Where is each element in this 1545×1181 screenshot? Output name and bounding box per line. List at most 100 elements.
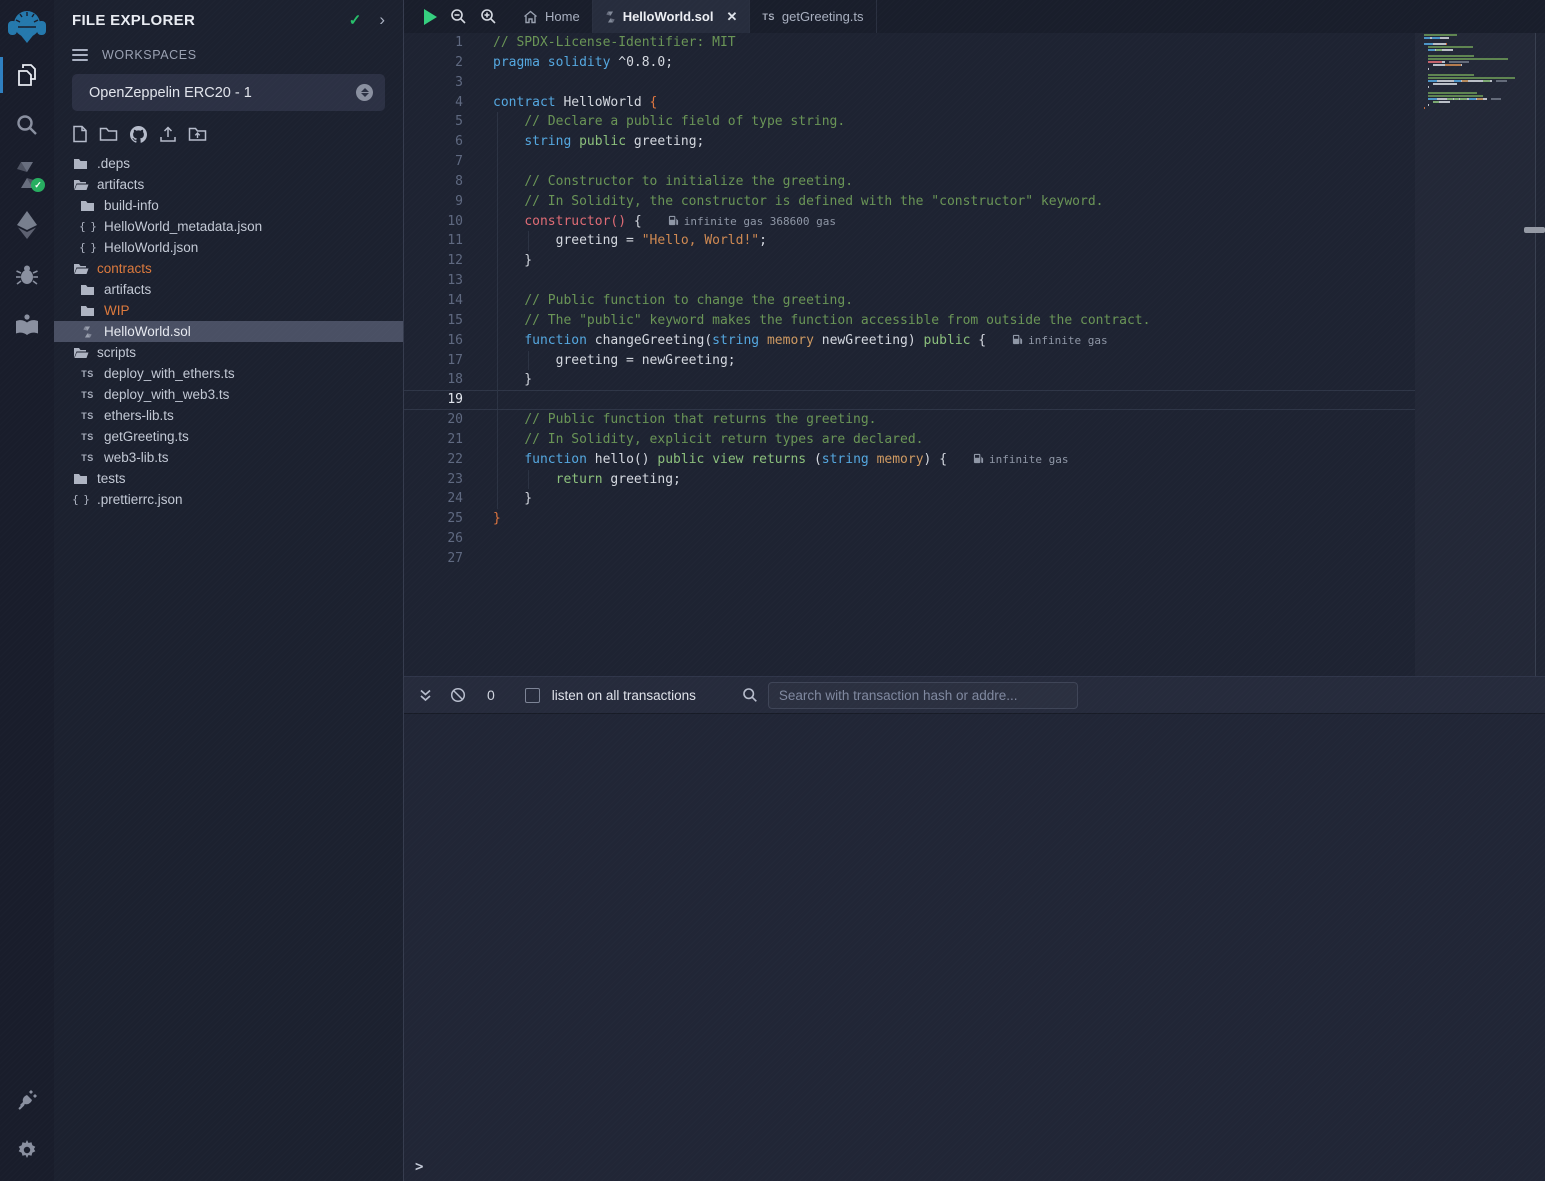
code-line-20[interactable]: 20 // Public function that returns the g… [404,410,1415,430]
braces-icon: { } [72,493,89,506]
tab-label: Home [545,9,580,24]
file-name: contracts [97,261,152,276]
code-line-27[interactable]: 27 [404,549,1415,569]
activity-bar-item-debugger[interactable] [0,250,54,300]
tab-HelloWorld.sol[interactable]: HelloWorld.sol ✕ [593,0,751,33]
file-name: artifacts [97,177,144,192]
code-line-24[interactable]: 24 } [404,489,1415,509]
activity-bar-item-file-explorer[interactable] [0,50,54,100]
file-tree-item-tests[interactable]: tests [54,468,403,489]
terminal-output[interactable]: > [404,714,1545,1181]
code-text: contract HelloWorld { [493,93,657,113]
file-tree-item-HelloWorld_metadata.json[interactable]: { }HelloWorld_metadata.json [54,216,403,237]
activity-bar-item-settings[interactable] [0,1125,54,1175]
code-line-17[interactable]: 17 greeting = newGreeting; [404,351,1415,371]
line-number: 4 [404,93,463,113]
zoom-out-icon[interactable] [450,8,467,25]
minimap-line [1424,68,1520,70]
file-tree-item-HelloWorld.sol[interactable]: HelloWorld.sol [54,321,403,342]
code-line-19[interactable]: 19 [404,390,1415,410]
file-tree-item-artifacts[interactable]: artifacts [54,279,403,300]
activity-bar-item-search[interactable] [0,100,54,150]
file-tree-item-artifacts[interactable]: artifacts [54,174,403,195]
code-line-10[interactable]: 10 constructor() {infinite gas 368600 ga… [404,212,1415,232]
files-icon [14,62,40,88]
code-line-8[interactable]: 8 // Constructor to initialize the greet… [404,172,1415,192]
zoom-in-icon[interactable] [480,8,497,25]
file-tree-item-build-info[interactable]: build-info [54,195,403,216]
code-line-26[interactable]: 26 [404,529,1415,549]
code-text: return greeting; [493,470,681,490]
upload-folder-icon[interactable] [188,126,207,142]
activity-bar-item-learneth[interactable] [0,300,54,350]
code-line-1[interactable]: 1// SPDX-License-Identifier: MIT [404,33,1415,53]
close-tab-icon[interactable]: ✕ [726,9,737,25]
minimap[interactable] [1415,33,1535,676]
collapse-terminal-icon[interactable] [418,688,433,703]
code-line-7[interactable]: 7 [404,152,1415,172]
code-line-22[interactable]: 22 function hello() public view returns … [404,450,1415,470]
line-number: 18 [404,370,463,390]
tab-Home[interactable]: Home [511,0,593,33]
tab-getGreeting.ts[interactable]: TSgetGreeting.ts [750,0,876,33]
listen-transactions-checkbox[interactable] [525,688,540,703]
new-file-icon[interactable] [72,125,88,143]
tab-label: HelloWorld.sol [623,9,714,24]
line-number: 14 [404,291,463,311]
clear-console-icon[interactable] [450,687,466,703]
activity-bar-item-plugin-manager[interactable] [0,1075,54,1125]
code-line-18[interactable]: 18 } [404,370,1415,390]
code-line-2[interactable]: 2pragma solidity ^0.8.0; [404,53,1415,73]
file-tree-item-HelloWorld.json[interactable]: { }HelloWorld.json [54,237,403,258]
code-line-21[interactable]: 21 // In Solidity, explicit return types… [404,430,1415,450]
file-tree-item-scripts[interactable]: scripts [54,342,403,363]
code-text: } [493,370,532,390]
remix-logo-icon[interactable] [4,4,50,50]
file-tree-item-getGreeting.ts[interactable]: TSgetGreeting.ts [54,426,403,447]
code-line-12[interactable]: 12 } [404,251,1415,271]
activity-bar-item-deploy-run[interactable] [0,200,54,250]
listen-transactions-label: listen on all transactions [552,688,696,703]
scrollbar-thumb[interactable] [1524,227,1545,233]
code-line-14[interactable]: 14 // Public function to change the gree… [404,291,1415,311]
minimap-line [1424,34,1520,36]
code-line-25[interactable]: 25} [404,509,1415,529]
code-line-9[interactable]: 9 // In Solidity, the constructor is def… [404,192,1415,212]
line-number: 25 [404,509,463,529]
new-folder-icon[interactable] [99,126,118,142]
workspace-menu-icon[interactable] [72,49,88,61]
minimap-line [1424,113,1520,115]
code-line-3[interactable]: 3 [404,73,1415,93]
code-line-11[interactable]: 11 greeting = "Hello, World!"; [404,231,1415,251]
file-tree-item-ethers-lib.ts[interactable]: TSethers-lib.ts [54,405,403,426]
run-script-button[interactable] [424,9,437,25]
check-icon[interactable]: ✓ [349,11,362,29]
file-tree-item-deploy_with_web3.ts[interactable]: TSdeploy_with_web3.ts [54,384,403,405]
file-tree-item-.prettierrc.json[interactable]: { }.prettierrc.json [54,489,403,510]
file-tree-item-web3-lib.ts[interactable]: TSweb3-lib.ts [54,447,403,468]
plug-icon [15,1088,39,1112]
code-line-23[interactable]: 23 return greeting; [404,470,1415,490]
search-icon [15,113,39,137]
line-number: 12 [404,251,463,271]
code-line-15[interactable]: 15 // The "public" keyword makes the fun… [404,311,1415,331]
braces-icon: { } [79,220,96,233]
editor-scrollbar[interactable] [1535,33,1545,676]
code-line-13[interactable]: 13 [404,271,1415,291]
terminal-search-input[interactable] [768,682,1078,709]
file-tree-item-.deps[interactable]: .deps [54,153,403,174]
workspace-select[interactable]: OpenZeppelin ERC20 - 1 [72,74,385,111]
chevron-right-icon[interactable]: › [379,10,385,30]
file-tree-item-contracts[interactable]: contracts [54,258,403,279]
activity-bar-item-solidity-compiler[interactable]: ✓ [0,150,54,200]
code-editor[interactable]: 1// SPDX-License-Identifier: MIT2pragma … [404,33,1545,676]
line-number: 10 [404,212,463,232]
code-line-16[interactable]: 16 function changeGreeting(string memory… [404,331,1415,351]
upload-file-icon[interactable] [159,125,177,143]
file-tree-item-deploy_with_ethers.ts[interactable]: TSdeploy_with_ethers.ts [54,363,403,384]
github-icon[interactable] [129,125,148,143]
code-line-4[interactable]: 4 contract HelloWorld { [404,93,1415,113]
code-line-5[interactable]: 5 // Declare a public field of type stri… [404,112,1415,132]
file-tree-item-WIP[interactable]: WIP [54,300,403,321]
code-line-6[interactable]: 6 string public greeting; [404,132,1415,152]
